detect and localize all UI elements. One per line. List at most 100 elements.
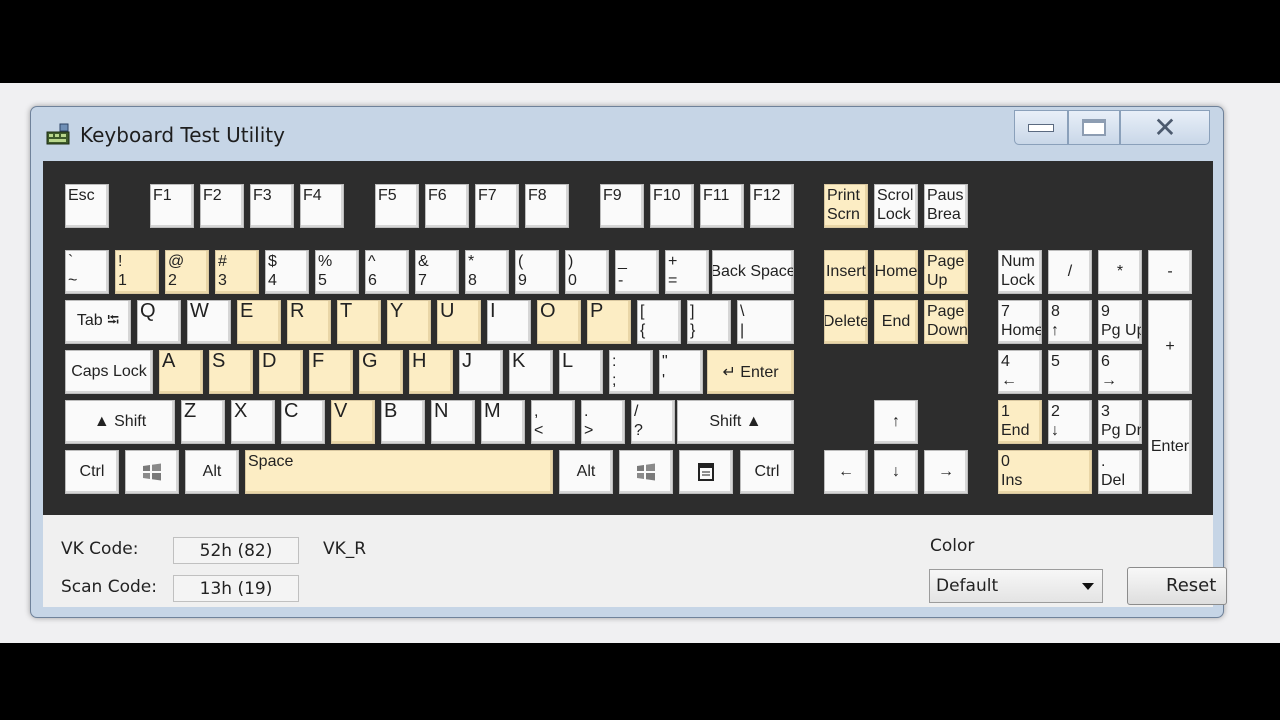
key-f2[interactable]: F2 [200,184,244,228]
key-backslash[interactable]: \ | [737,300,794,344]
key-right-ctrl[interactable]: Ctrl [740,450,794,494]
key-2[interactable]: @2 [165,250,209,294]
key-f12[interactable]: F12 [750,184,794,228]
key-6[interactable]: ^ 6 [365,250,409,294]
key-num-0[interactable]: 0 Ins [998,450,1092,494]
key-f3[interactable]: F3 [250,184,294,228]
key-num-7[interactable]: 7 Home [998,300,1042,344]
key-f6[interactable]: F6 [425,184,469,228]
reset-button[interactable]: Reset [1127,567,1227,605]
key-f7[interactable]: F7 [475,184,519,228]
key-num-multiply[interactable]: * [1098,250,1142,294]
key-space[interactable]: Space [245,450,553,494]
key-num-plus[interactable]: + [1148,300,1192,394]
key-9[interactable]: (9 [515,250,559,294]
key-num-2[interactable]: 2 ↓ [1048,400,1092,444]
key-l[interactable]: L [559,350,603,394]
key-j[interactable]: J [459,350,503,394]
key-1[interactable]: ! 1 [115,250,159,294]
key-num-1[interactable]: 1 End [998,400,1042,444]
key-num-del[interactable]: . Del [1098,450,1142,494]
key-arrow-right[interactable]: → [924,450,968,494]
key-lbracket[interactable]: [{ [637,300,681,344]
key-num-5[interactable]: 5 [1048,350,1092,394]
key-right-win[interactable] [619,450,673,494]
key-7[interactable]: & 7 [415,250,459,294]
key-num-minus[interactable]: - [1148,250,1192,294]
key-right-alt[interactable]: Alt [559,450,613,494]
key-z[interactable]: Z [181,400,225,444]
key-0[interactable]: ) 0 [565,250,609,294]
minimize-button[interactable] [1014,110,1068,145]
key-f10[interactable]: F10 [650,184,694,228]
key-x[interactable]: X [231,400,275,444]
key-num-4[interactable]: 4 ← [998,350,1042,394]
key-d[interactable]: D [259,350,303,394]
key-arrow-up[interactable]: ↑ [874,400,918,444]
key-f[interactable]: F [309,350,353,394]
key-b[interactable]: B [381,400,425,444]
key-pause-break[interactable]: Paus Brea [924,184,968,228]
key-caps-lock[interactable]: Caps Lock [65,350,153,394]
key-num-9[interactable]: 9 Pg Up [1098,300,1142,344]
key-c[interactable]: C [281,400,325,444]
key-page-up[interactable]: Page Up [924,250,968,294]
key-w[interactable]: W [187,300,231,344]
key-scroll-lock[interactable]: Scrol Lock [874,184,918,228]
key-q[interactable]: Q [137,300,181,344]
key-backtick[interactable]: ` ~ [65,250,109,294]
key-f5[interactable]: F5 [375,184,419,228]
key-esc[interactable]: Esc [65,184,109,228]
key-backspace[interactable]: Back Space [712,250,794,294]
key-i[interactable]: I [487,300,531,344]
key-enter[interactable]: ↵ Enter [707,350,794,394]
key-semicolon[interactable]: :; [609,350,653,394]
key-left-alt[interactable]: Alt [185,450,239,494]
key-num-3[interactable]: 3 Pg Dn [1098,400,1142,444]
key-v[interactable]: V [331,400,375,444]
key-right-shift[interactable]: Shift ▲ [677,400,794,444]
key-k[interactable]: K [509,350,553,394]
key-equals[interactable]: + = [665,250,709,294]
key-o[interactable]: O [537,300,581,344]
key-s[interactable]: S [209,350,253,394]
key-3[interactable]: #3 [215,250,259,294]
key-p[interactable]: P [587,300,631,344]
key-g[interactable]: G [359,350,403,394]
title-bar[interactable]: Keyboard Test Utility ✕ [31,107,1223,161]
key-num-enter[interactable]: Enter [1148,400,1192,494]
key-h[interactable]: H [409,350,453,394]
key-left-ctrl[interactable]: Ctrl [65,450,119,494]
key-tab[interactable]: Tab ⭾ [65,300,131,344]
key-insert[interactable]: Insert [824,250,868,294]
key-comma[interactable]: , < [531,400,575,444]
key-f4[interactable]: F4 [300,184,344,228]
key-a[interactable]: A [159,350,203,394]
key-home[interactable]: Home [874,250,918,294]
key-f11[interactable]: F11 [700,184,744,228]
key-rbracket[interactable]: ]} [687,300,731,344]
key-num-divide[interactable]: / [1048,250,1092,294]
key-num-8[interactable]: 8 ↑ [1048,300,1092,344]
key-y[interactable]: Y [387,300,431,344]
maximize-button[interactable] [1068,110,1120,145]
key-page-down[interactable]: Page Down [924,300,968,344]
key-arrow-left[interactable]: ← [824,450,868,494]
key-quote[interactable]: " ' [659,350,703,394]
key-delete[interactable]: Delete [824,300,868,344]
key-period[interactable]: . > [581,400,625,444]
key-u[interactable]: U [437,300,481,344]
key-n[interactable]: N [431,400,475,444]
key-num-lock[interactable]: Num Lock [998,250,1042,294]
key-f8[interactable]: F8 [525,184,569,228]
key-4[interactable]: $4 [265,250,309,294]
key-arrow-down[interactable]: ↓ [874,450,918,494]
key-8[interactable]: * 8 [465,250,509,294]
key-end[interactable]: End [874,300,918,344]
key-f1[interactable]: F1 [150,184,194,228]
key-r[interactable]: R [287,300,331,344]
key-f9[interactable]: F9 [600,184,644,228]
key-print-screen[interactable]: Print Scrn [824,184,868,228]
key-minus[interactable]: _ - [615,250,659,294]
close-button[interactable]: ✕ [1120,110,1210,145]
